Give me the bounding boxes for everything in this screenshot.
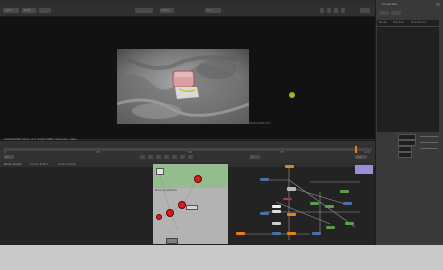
node-blue-1[interactable] — [260, 178, 269, 181]
alpha-select[interactable] — [39, 8, 51, 13]
node-red-1[interactable] — [283, 198, 292, 200]
node-gray-2[interactable] — [272, 205, 281, 208]
node-blue-3[interactable] — [260, 212, 269, 215]
channel-select[interactable]: RGB — [22, 8, 36, 13]
viewer-frame-image — [116, 49, 250, 124]
node-green-4[interactable] — [326, 226, 335, 229]
format-label: 1920x1080 HD — [248, 121, 271, 125]
track-point-icon[interactable] — [289, 92, 295, 98]
timeline-tick-75: 75 — [280, 150, 284, 154]
properties-close-icon[interactable] — [436, 3, 440, 6]
lock-button[interactable] — [327, 8, 331, 13]
viewer-toolbar: rgba RGB 100% 0:0 — [0, 5, 375, 17]
clip-warning-button[interactable] — [334, 8, 338, 13]
timeline-tick-25: 25 — [96, 150, 100, 154]
node-blue-4[interactable] — [272, 232, 281, 235]
timeline-tick-100: 100 — [364, 150, 370, 154]
node-orange-2[interactable] — [287, 213, 296, 216]
knob-slider-1[interactable] — [420, 136, 438, 137]
node-orange-1[interactable] — [285, 165, 294, 168]
start-frame-field[interactable]: 1 — [250, 155, 260, 159]
go-start-button[interactable] — [140, 155, 145, 159]
properties-tab-node[interactable]: Node — [379, 20, 387, 25]
knob-slider-2[interactable] — [420, 142, 438, 143]
node-blue-2[interactable] — [343, 202, 352, 205]
timeline-tick-50: 50 — [188, 150, 192, 154]
go-end-button[interactable] — [188, 155, 193, 159]
timeline-tick-1: 1 — [4, 150, 6, 154]
properties-title: Properties — [382, 2, 398, 6]
node-purple-box[interactable] — [355, 165, 373, 174]
node-gray-3[interactable] — [272, 210, 281, 213]
node-gray-4[interactable] — [272, 222, 281, 225]
layer-select[interactable]: rgba — [3, 8, 19, 13]
properties-clear-button[interactable] — [391, 11, 401, 15]
viewer-settings-button[interactable] — [360, 8, 370, 13]
tracker-node-1[interactable] — [166, 209, 174, 217]
knob-slider-3[interactable] — [420, 148, 438, 149]
properties-divider — [377, 26, 439, 27]
playhead-marker[interactable] — [355, 146, 357, 153]
play-back-button[interactable] — [156, 155, 161, 159]
bottom-area — [0, 245, 443, 270]
prev-key-button[interactable] — [148, 155, 153, 159]
input-a-select[interactable] — [135, 8, 153, 13]
tracker-node-3[interactable] — [194, 175, 202, 183]
node-green-2[interactable] — [310, 202, 319, 205]
footage-image — [116, 49, 250, 124]
node-gray-1[interactable] — [287, 187, 296, 191]
node-green-3[interactable] — [325, 205, 334, 208]
knob-field-4[interactable] — [398, 152, 412, 158]
properties-tab-transform[interactable]: Transform — [411, 20, 426, 25]
read-node-thumb[interactable] — [156, 168, 164, 175]
merge-node[interactable] — [186, 205, 198, 210]
frame-field[interactable]: 0:0 — [205, 8, 221, 13]
fps-field[interactable]: 24 — [4, 155, 14, 159]
roi-button[interactable] — [320, 8, 324, 13]
stop-button[interactable] — [164, 155, 169, 159]
node-green-1[interactable] — [340, 190, 349, 193]
zoom-select[interactable]: 100% — [160, 8, 174, 13]
node-orange-3[interactable] — [287, 232, 296, 235]
next-key-button[interactable] — [180, 155, 185, 159]
tracker-node-2[interactable] — [178, 201, 186, 209]
play-forward-button[interactable] — [172, 155, 177, 159]
node-blue-5[interactable] — [312, 232, 321, 235]
end-frame-field[interactable]: 100 — [355, 155, 367, 159]
tracker-node-4[interactable] — [156, 214, 162, 220]
node-orange-4[interactable] — [236, 232, 245, 235]
proxy-button[interactable] — [341, 8, 345, 13]
viewer-node[interactable] — [166, 238, 178, 244]
properties-bin[interactable]: Node Tracker Transform — [377, 20, 439, 132]
properties-max-button[interactable] — [379, 11, 389, 15]
node-green-5[interactable] — [345, 222, 354, 225]
properties-tab-tracker[interactable]: Tracker — [393, 20, 404, 25]
